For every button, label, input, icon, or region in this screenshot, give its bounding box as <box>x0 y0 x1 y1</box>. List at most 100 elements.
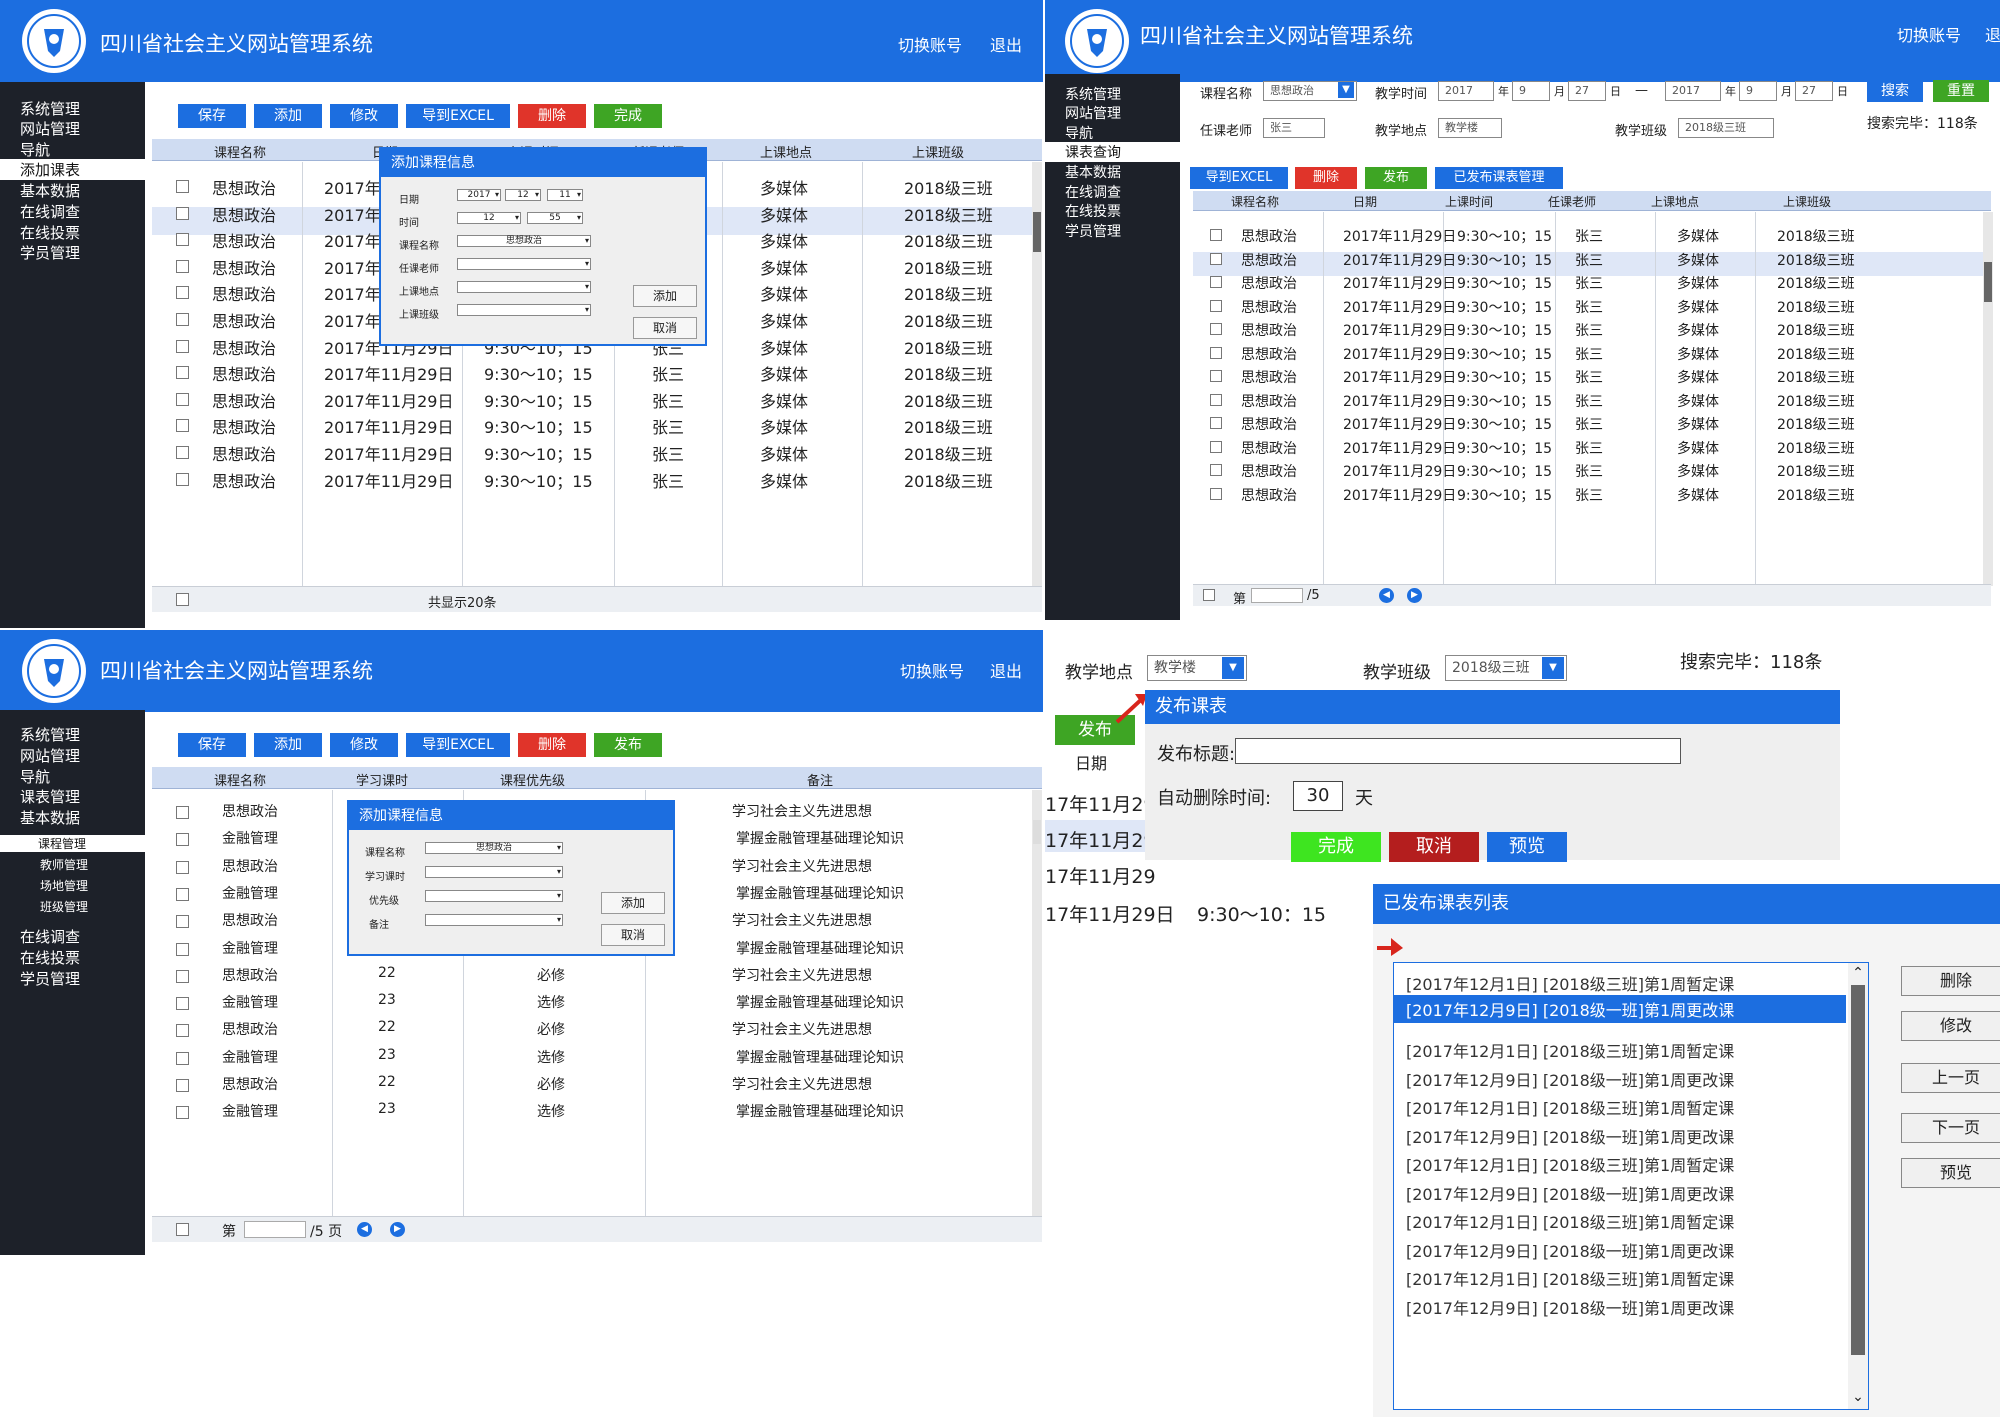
title-input[interactable] <box>1235 738 1681 764</box>
row-checkbox[interactable] <box>176 472 189 486</box>
sidebar-item-website[interactable]: 网站管理 <box>1065 103 1121 123</box>
month-select[interactable]: 12 <box>505 189 541 201</box>
sidebar-item-system[interactable]: 系统管理 <box>20 724 80 745</box>
logout-link[interactable]: 退出 <box>1985 22 2000 46</box>
published-list-item[interactable]: [2017年12月1日] [2018级三班]第1周暂定课 <box>1406 1209 1734 1233</box>
reset-button[interactable]: 重置 <box>1933 80 1989 102</box>
scroll-thumb[interactable] <box>1033 820 1041 844</box>
published-list-item[interactable]: [2017年12月1日] [2018级三班]第1周暂定课 <box>1406 1266 1734 1290</box>
done-button[interactable]: 完成 <box>1291 832 1381 862</box>
next-page-icon[interactable]: ▶ <box>390 1222 405 1237</box>
sidebar-sub-venue[interactable]: 场地管理 <box>40 877 88 894</box>
minute-select[interactable]: 55 <box>527 212 583 224</box>
year-select[interactable]: 2017 <box>457 189 501 201</box>
row-checkbox[interactable] <box>176 313 189 326</box>
month-from-select[interactable]: 9 <box>1512 81 1550 101</box>
list-prev-page-button[interactable]: 上一页 <box>1901 1063 2000 1093</box>
sidebar-item-basic-data[interactable]: 基本数据 <box>20 807 80 828</box>
next-page-icon[interactable]: ▶ <box>1407 588 1422 603</box>
switch-account-link[interactable]: 切换账号 <box>1897 22 1961 46</box>
delete-button[interactable]: 删除 <box>1295 167 1357 189</box>
export-excel-button[interactable]: 导到EXCEL <box>1190 167 1288 189</box>
row-checkbox[interactable] <box>176 233 189 247</box>
publish-button[interactable]: 发布 <box>594 733 662 757</box>
days-input[interactable]: 30 <box>1293 781 1343 811</box>
day-select[interactable]: 11 <box>547 189 583 201</box>
published-list-item[interactable]: [2017年12月9日] [2018级一班]第1周更改课 <box>1406 1238 1734 1262</box>
list-edit-button[interactable]: 修改 <box>1901 1011 2000 1041</box>
export-excel-button[interactable]: 导到EXCEL <box>406 733 510 757</box>
sidebar-item-survey[interactable]: 在线调查 <box>20 201 80 222</box>
sidebar-item-nav[interactable]: 导航 <box>20 139 50 160</box>
sidebar-item-vote[interactable]: 在线投票 <box>20 222 80 243</box>
published-list-item[interactable]: [2017年12月9日] [2018级一班]第1周更改课 <box>1406 1124 1734 1148</box>
delete-button[interactable]: 删除 <box>518 104 586 128</box>
row-checkbox[interactable] <box>176 1079 189 1092</box>
select-all-checkbox[interactable] <box>1203 589 1215 601</box>
add-button[interactable]: 添加 <box>254 104 322 128</box>
list-next-page-button[interactable]: 下一页 <box>1901 1113 2000 1143</box>
sidebar-item-students[interactable]: 学员管理 <box>1065 221 1121 241</box>
month-to-select[interactable]: 9 <box>1739 81 1777 101</box>
row-checkbox[interactable] <box>176 392 189 406</box>
sidebar-sub-class[interactable]: 班级管理 <box>40 898 88 915</box>
row-checkbox[interactable] <box>1210 464 1222 476</box>
row-checkbox[interactable] <box>176 259 189 273</box>
published-list-item[interactable]: [2017年12月1日] [2018级三班]第1周暂定课 <box>1406 971 1734 995</box>
scroll-thumb[interactable] <box>1851 985 1865 1355</box>
prev-page-icon[interactable]: ◀ <box>357 1222 372 1237</box>
row-checkbox[interactable] <box>176 1024 189 1038</box>
row-checkbox[interactable] <box>176 446 189 459</box>
row-checkbox[interactable] <box>1210 323 1222 335</box>
row-checkbox[interactable] <box>176 366 189 380</box>
row-checkbox[interactable] <box>1210 417 1222 429</box>
logout-link[interactable]: 退出 <box>990 32 1022 56</box>
row-checkbox[interactable] <box>176 806 189 819</box>
teacher-filter-select[interactable]: 张三 <box>1263 118 1325 138</box>
select-all-checkbox[interactable] <box>176 593 189 606</box>
sidebar-item-students[interactable]: 学员管理 <box>20 968 80 989</box>
table-scrollbar[interactable] <box>1983 212 1993 586</box>
place-filter-select[interactable]: 教学楼 <box>1438 118 1502 138</box>
cancel-button[interactable]: 取消 <box>1389 832 1479 862</box>
delete-button[interactable]: 删除 <box>518 733 586 757</box>
sidebar-item-schedule-manage[interactable]: 课表管理 <box>20 786 80 807</box>
sidebar-item-survey[interactable]: 在线调查 <box>20 926 80 947</box>
row-checkbox[interactable] <box>176 833 189 847</box>
chevron-down-icon[interactable]: ⌄ <box>1848 1387 1868 1407</box>
search-button[interactable]: 搜索 <box>1867 80 1923 102</box>
list-delete-button[interactable]: 删除 <box>1901 966 2000 996</box>
published-list-item[interactable]: [2017年12月9日] [2018级一班]第1周更改课 <box>1406 1181 1734 1205</box>
row-checkbox[interactable] <box>176 860 189 874</box>
row-checkbox[interactable] <box>176 286 189 300</box>
course-select[interactable]: 思想政治 <box>425 842 563 854</box>
row-checkbox[interactable] <box>176 942 189 956</box>
published-list-item[interactable]: [2017年12月1日] [2018级三班]第1周暂定课 <box>1406 1095 1734 1119</box>
dialog-add-button[interactable]: 添加 <box>601 892 665 914</box>
sidebar-item-nav[interactable]: 导航 <box>20 766 50 787</box>
row-checkbox[interactable] <box>1210 229 1222 241</box>
row-checkbox[interactable] <box>1210 252 1222 265</box>
row-checkbox[interactable] <box>1210 276 1222 288</box>
year-from-select[interactable]: 2017 <box>1438 81 1494 101</box>
class-select[interactable] <box>457 304 591 316</box>
page-input[interactable] <box>244 1221 306 1238</box>
published-list-item[interactable]: [2017年12月9日] [2018级一班]第1周更改课 <box>1406 997 1734 1021</box>
sidebar-item-basic-data[interactable]: 基本数据 <box>1065 162 1121 182</box>
row-checkbox[interactable] <box>176 1106 189 1120</box>
row-checkbox[interactable] <box>176 969 189 983</box>
row-checkbox[interactable] <box>176 180 189 193</box>
publish-button[interactable]: 发布 <box>1365 167 1427 189</box>
save-button[interactable]: 保存 <box>178 733 246 757</box>
add-button[interactable]: 添加 <box>254 733 322 757</box>
sidebar-item-website[interactable]: 网站管理 <box>20 745 80 766</box>
sidebar-item-basic-data[interactable]: 基本数据 <box>20 180 80 201</box>
save-button[interactable]: 保存 <box>178 104 246 128</box>
sidebar-item-vote[interactable]: 在线投票 <box>20 947 80 968</box>
hour-select[interactable]: 12 <box>457 212 521 224</box>
row-checkbox[interactable] <box>176 887 189 901</box>
preview-button[interactable]: 预览 <box>1487 832 1567 862</box>
sidebar-item-vote[interactable]: 在线投票 <box>1065 201 1121 221</box>
table-scrollbar[interactable] <box>1032 162 1042 594</box>
priority-select[interactable] <box>425 890 563 902</box>
